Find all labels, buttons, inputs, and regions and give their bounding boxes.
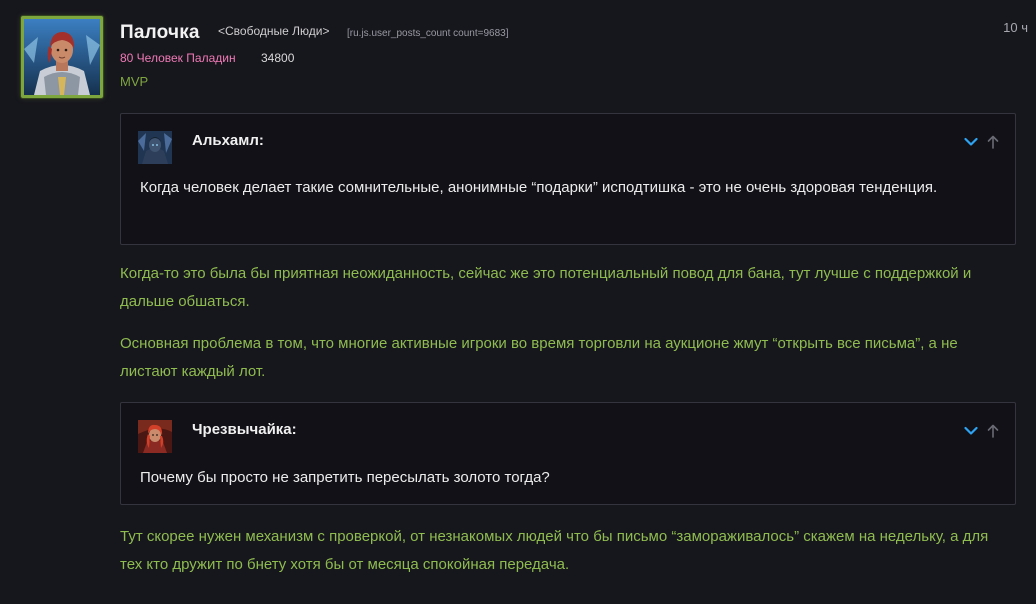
quote-text: Когда человек делает такие сомнительные,… [140,179,938,196]
quote-text: Почему бы просто не запретить пересылать… [140,469,550,486]
post-timestamp[interactable]: 10 ч [1003,20,1028,35]
quote-author-name[interactable]: Чрезвычайка: [192,421,297,438]
chevron-down-icon[interactable] [963,134,979,150]
mvp-badge: MVP [120,74,149,89]
guild-name[interactable]: <Свободные Люди> [218,24,329,38]
forum-post: Палочка <Свободные Люди> [ru.js.user_pos… [0,0,1036,604]
post-paragraph: Основная проблема в том, что многие акти… [120,335,958,380]
author-avatar[interactable] [21,16,103,98]
arrow-up-icon[interactable] [985,423,1001,439]
author-name[interactable]: Палочка [120,22,200,44]
quote-author-avatar[interactable] [138,131,172,164]
quote-controls [963,421,1001,441]
quote-block: Альхамл: Когда человек делает такие сомн… [120,113,1016,245]
post-paragraph: Тут скорее нужен механизм с проверкой, о… [120,528,989,573]
quote-author-name[interactable]: Альхамл: [192,132,264,149]
character-class-level: 80 Человек Паладин [120,51,236,65]
arrow-up-icon[interactable] [985,134,1001,150]
quote-author-avatar[interactable] [138,420,172,453]
achievement-points: 34800 [261,51,295,65]
chevron-down-icon[interactable] [963,423,979,439]
posts-count: [ru.js.user_posts_count count=9683] [347,28,509,39]
post-paragraph: Когда-то это была бы приятная неожиданно… [120,265,972,310]
quote-controls [963,132,1001,152]
quote-block: Чрезвычайка: Почему бы просто не запрети… [120,402,1016,505]
